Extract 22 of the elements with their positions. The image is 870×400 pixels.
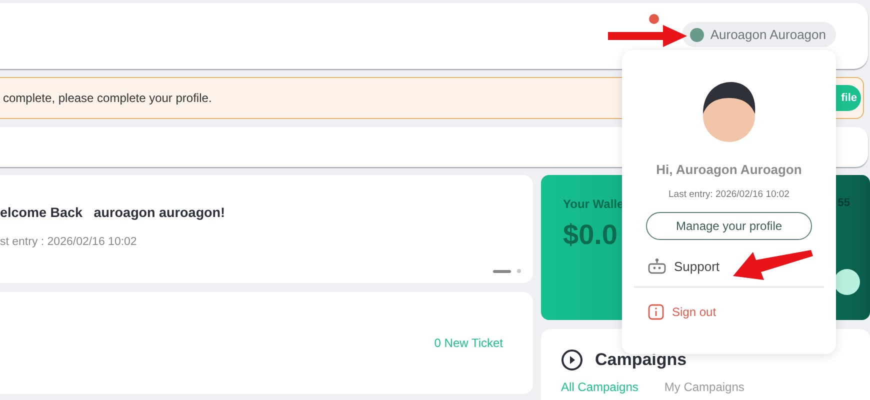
robot-icon	[648, 258, 666, 274]
campaigns-title: Campaigns	[595, 350, 687, 370]
arrow-icon	[608, 25, 687, 47]
last-entry-text: Last entry: 2026/02/16 10:02	[668, 189, 790, 200]
campaign-tab[interactable]: My Campaigns	[664, 380, 744, 394]
last-entry-text: st entry : 2026/02/16 10:02	[0, 236, 138, 248]
new-ticket-link[interactable]: 0 New Ticket	[434, 336, 503, 350]
user-menu-button[interactable]: Auroagon Auroagon	[682, 22, 836, 47]
manage-profile-button[interactable]: Manage your profile	[646, 212, 812, 240]
wallet-action-button[interactable]	[834, 269, 860, 295]
info-icon	[648, 304, 664, 320]
campaign-tab[interactable]: All Campaigns	[561, 380, 638, 394]
welcome-title: elcome Back auroagon auroagon!	[0, 205, 226, 220]
alert-message: complete, please complete your profile.	[3, 91, 212, 105]
support-item[interactable]: Support	[622, 258, 836, 274]
wallet-title: Your Walle	[563, 197, 624, 211]
play-icon	[561, 349, 583, 371]
carousel-dot[interactable]	[517, 269, 521, 273]
notification-badge[interactable]	[649, 14, 660, 24]
wallet-amount: $0.0	[563, 219, 618, 251]
sign-out-item[interactable]: Sign out	[622, 304, 836, 320]
greeting-text: Hi, Auroagon Auroagon	[656, 162, 802, 177]
